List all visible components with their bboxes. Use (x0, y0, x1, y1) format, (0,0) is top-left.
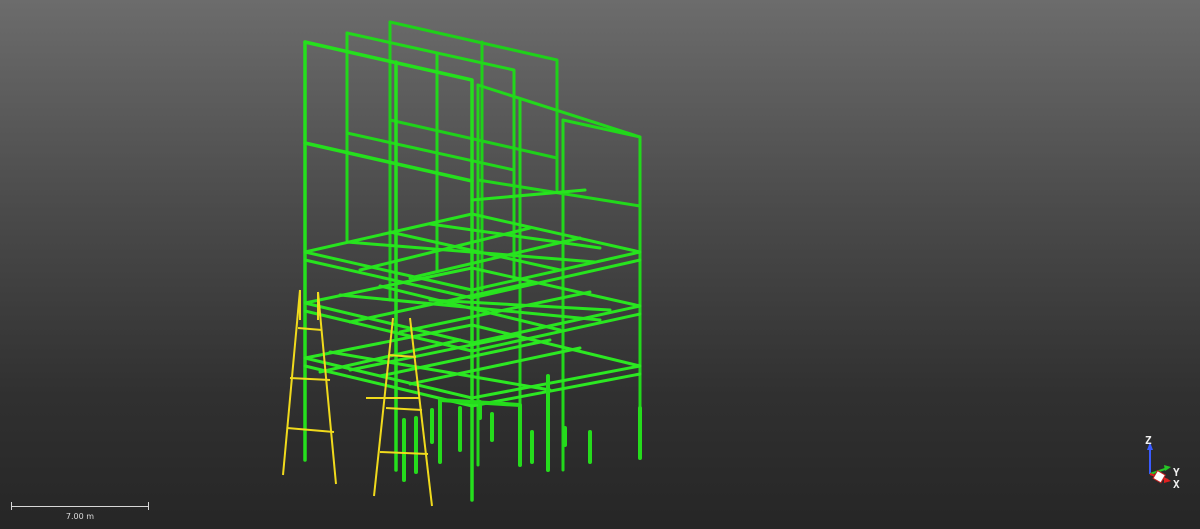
scale-bar: 7.00 m (11, 500, 149, 522)
x-axis-label: X (1173, 478, 1180, 491)
z-axis-label: Z (1145, 434, 1152, 447)
x-axis-arrow (1164, 477, 1171, 483)
3d-viewport[interactable]: 7.00 m Z Y X (0, 0, 1200, 529)
point-cloud-scene[interactable] (0, 0, 1200, 529)
axis-gizmo[interactable]: Z Y X (1138, 432, 1190, 494)
ladder-left (282, 289, 337, 485)
scale-label: 7.00 m (65, 512, 95, 521)
scale-line (11, 506, 148, 507)
y-axis-arrow (1164, 465, 1171, 471)
steel-frame-structure (303, 20, 642, 502)
scale-tick-right (148, 502, 149, 510)
ladder-right (366, 317, 433, 507)
